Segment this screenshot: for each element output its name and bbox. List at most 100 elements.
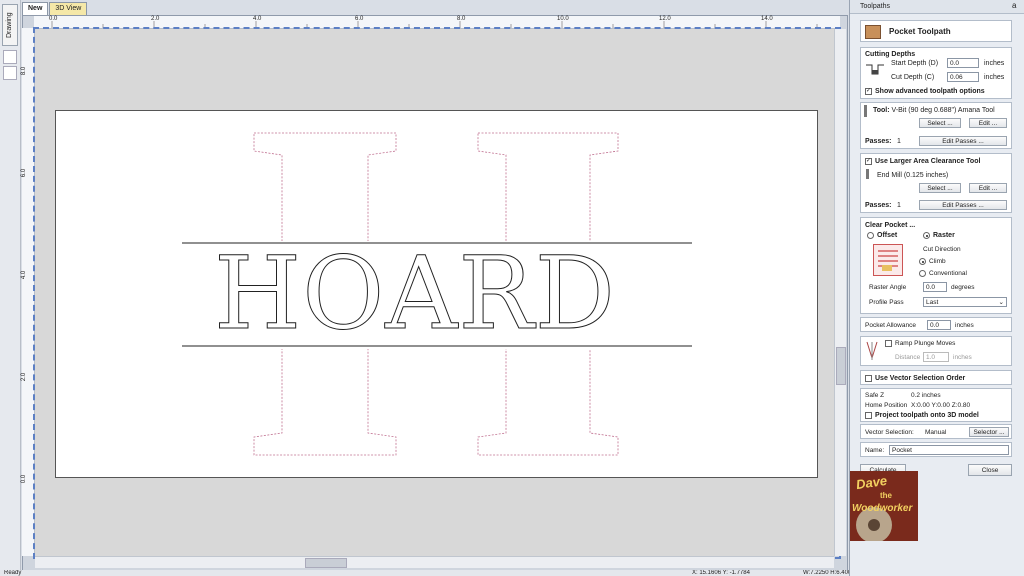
h-tick-label: 8.0 (457, 16, 466, 22)
offset-label: Offset (877, 232, 898, 239)
home-position-label: Home Position (865, 402, 908, 409)
ramp-section: Ramp Plunge Moves Distance 1.0 inches (860, 336, 1012, 366)
clear-pocket-section: Clear Pocket ... Offset Raster Cut Direc… (860, 217, 1012, 314)
panel-header-title: Toolpaths (860, 3, 890, 10)
document-tabs: New 3D View (22, 2, 88, 16)
safe-z-label: Safe Z (865, 392, 885, 399)
start-depth-unit: inches (984, 60, 1005, 67)
selector-button[interactable]: Selector ... (969, 427, 1009, 437)
drawing-side-tab[interactable]: Drawing (2, 4, 18, 46)
toolpath-title-box: Pocket Toolpath (860, 20, 1012, 42)
h-tick-label: 6.0 (355, 16, 364, 22)
safe-z-section: Safe Z 0.2 inches Home Position X:0.00 Y… (860, 388, 1012, 422)
vertical-scrollbar[interactable] (834, 29, 846, 556)
vector-order-section: Use Vector Selection Order (860, 370, 1012, 385)
project-3d-checkbox[interactable] (865, 412, 872, 419)
pocket-allowance-label: Pocket Allowance (865, 322, 916, 329)
strip-button-2[interactable] (3, 66, 17, 80)
start-depth-label: Start Depth (D) (891, 60, 939, 67)
raster-angle-input[interactable]: 0.0 (923, 282, 947, 292)
clearance-select-button[interactable]: Select ... (919, 183, 961, 193)
vbit-icon (864, 105, 867, 117)
v-tick-label: 8.0 (21, 66, 28, 76)
advanced-options-label: Show advanced toolpath options (875, 88, 985, 95)
profile-pass-select[interactable]: Last ⌄ (923, 297, 1007, 307)
ramp-label: Ramp Plunge Moves (895, 340, 956, 347)
safe-z-value: 0.2 inches (911, 392, 941, 399)
cut-depth-label: Cut Depth (C) (891, 74, 935, 81)
clearance-edit-passes-button[interactable]: Edit Passes ... (919, 200, 1007, 210)
vector-selection-label: Vector Selection: (865, 429, 914, 436)
ramp-distance-unit: inches (953, 354, 972, 361)
cutting-depths-section: Cutting Depths Start Depth (D) 0.0 inche… (860, 47, 1012, 99)
logo-text-the: the (880, 491, 892, 500)
tool-select-button[interactable]: Select ... (919, 118, 961, 128)
clear-pocket-heading: Clear Pocket ... (865, 222, 916, 229)
climb-radio[interactable] (919, 258, 926, 265)
conventional-radio[interactable] (919, 270, 926, 277)
cutting-depths-heading: Cutting Depths (865, 51, 916, 58)
vector-selection-section: Vector Selection: Manual Selector ... (860, 424, 1012, 439)
tool-section: Tool: V-Bit (90 deg 0.688") Amana Tool S… (860, 102, 1012, 149)
conventional-label: Conventional (929, 270, 967, 277)
v-tick-label: 0.0 (21, 474, 28, 484)
close-button[interactable]: Close (968, 464, 1012, 476)
chevron-down-icon: ⌄ (998, 299, 1004, 306)
raster-label: Raster (933, 232, 955, 239)
climb-label: Climb (929, 258, 946, 265)
end-mill-icon (866, 169, 869, 179)
h-scroll-thumb[interactable] (305, 558, 347, 568)
toolpath-name-input[interactable]: Pocket (889, 445, 1009, 455)
raster-radio[interactable] (923, 232, 930, 239)
depth-diagram-icon (865, 62, 885, 78)
project-3d-label: Project toolpath onto 3D model (875, 412, 979, 419)
pocket-allowance-unit: inches (955, 322, 974, 329)
h-tick-label: 2.0 (151, 16, 160, 22)
ramp-checkbox[interactable] (885, 340, 892, 347)
cut-depth-unit: inches (984, 74, 1005, 81)
offset-radio[interactable] (867, 232, 874, 239)
tool-name: V-Bit (90 deg 0.688") Amana Tool (891, 107, 995, 114)
v-tick-label: 6.0 (21, 168, 28, 178)
horizontal-scrollbar[interactable] (35, 556, 834, 568)
logo-text-woodworker: Woodworker (852, 503, 913, 514)
tab-3d-view[interactable]: 3D View (49, 2, 88, 15)
home-position-value: X:0.00 Y:0.00 Z:0.80 (911, 402, 971, 409)
start-depth-input[interactable]: 0.0 (947, 58, 979, 68)
strip-button-1[interactable] (3, 50, 17, 64)
tool-passes-value: 1 (897, 138, 901, 145)
material-workpiece[interactable]: HOARD (55, 110, 818, 478)
tool-edit-button[interactable]: Edit ... (969, 118, 1007, 128)
hoard-text-vector[interactable]: HOARD (214, 238, 616, 349)
toolpath-panel: Toolpaths a Pocket Toolpath Cutting Dept… (849, 0, 1024, 576)
tool-edit-passes-button[interactable]: Edit Passes ... (919, 136, 1007, 146)
clearance-tool-checkbox[interactable]: ✓ (865, 158, 872, 165)
cut-depth-input[interactable]: 0.06 (947, 72, 979, 82)
advanced-options-checkbox[interactable]: ✓ (865, 88, 872, 95)
h-tick-label: 10.0 (557, 16, 569, 22)
vertical-ruler: 8.0 6.0 4.0 2.0 0.0 (21, 28, 35, 556)
tool-passes-label: Passes: (865, 138, 892, 145)
raster-angle-label: Raster Angle (869, 284, 907, 291)
clearance-tool-name: End Mill (0.125 inches) (877, 172, 949, 179)
clearance-edit-button[interactable]: Edit ... (969, 183, 1007, 193)
pocket-allowance-input[interactable]: 0.0 (927, 320, 951, 330)
h-tick-label: 4.0 (253, 16, 262, 22)
vector-order-checkbox[interactable] (865, 375, 872, 382)
vector-order-label: Use Vector Selection Order (875, 375, 966, 382)
h-tick-label: 14.0 (761, 16, 773, 22)
pin-icon[interactable]: a (1012, 1, 1016, 10)
tool-label: Tool: (873, 107, 890, 114)
v-scroll-thumb[interactable] (836, 347, 846, 385)
status-ready: Ready (4, 570, 22, 576)
cut-direction-label: Cut Direction (923, 246, 961, 253)
clearance-tool-section: ✓ Use Larger Area Clearance Tool End Mil… (860, 153, 1012, 213)
tab-new[interactable]: New (22, 2, 49, 15)
ramp-distance-input[interactable]: 1.0 (923, 352, 949, 362)
profile-pass-label: Profile Pass (869, 299, 904, 306)
left-side-strip: Drawing (0, 0, 21, 570)
h-tick-label: 0.0 (49, 16, 58, 22)
name-label: Name: (865, 447, 885, 454)
pocket-toolpath-icon (865, 25, 881, 39)
v-tick-label: 4.0 (21, 270, 28, 280)
